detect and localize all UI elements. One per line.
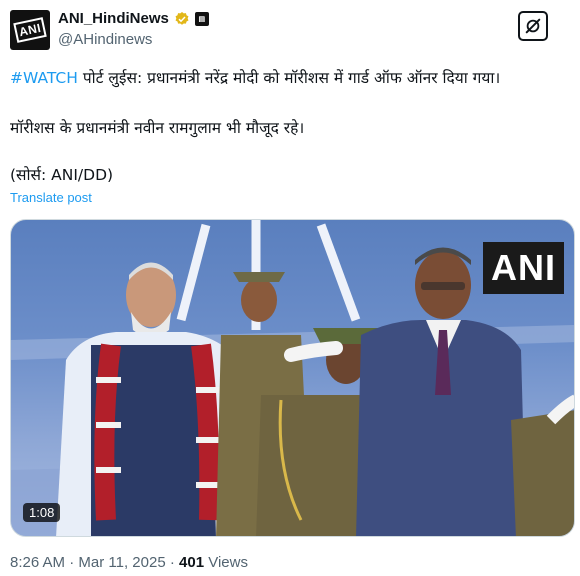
tweet-text-line-1: #WATCH पोर्ट लुईस: प्रधानमंत्री नरेंद्र … <box>10 67 572 89</box>
display-name[interactable]: ANI_HindiNews <box>58 10 169 27</box>
post-date[interactable]: Mar 11, 2025 <box>78 554 165 571</box>
avatar-logo: ANI <box>13 17 47 43</box>
translate-post-link[interactable]: Translate post <box>10 190 92 205</box>
tweet-text-rest: पोर्ट लुईस: प्रधानमंत्री नरेंद्र मोदी को… <box>77 69 501 87</box>
video-duration-badge: 1:08 <box>23 503 61 522</box>
grok-icon <box>525 18 541 34</box>
handle[interactable]: @AHindinews <box>58 31 152 48</box>
verified-badge-icon <box>175 11 189 25</box>
author-name-row: ANI_HindiNews ▤ <box>58 10 209 27</box>
avatar[interactable]: ANI <box>10 10 50 50</box>
post-metadata: 8:26 AM · Mar 11, 2025 · 401 Views <box>10 554 248 571</box>
affiliate-badge-icon: ▤ <box>194 11 209 26</box>
tweet-text-source: (सोर्स: ANI/DD) <box>10 166 114 184</box>
hashtag-link[interactable]: #WATCH <box>10 69 78 87</box>
grok-button[interactable] <box>518 11 548 41</box>
ani-watermark: ANI <box>483 242 564 294</box>
video-player[interactable]: ANI 1:08 <box>10 219 575 537</box>
views-count: 401 <box>179 554 205 571</box>
views-label: Views <box>204 554 248 571</box>
tweet-text-line-2: मॉरीशस के प्रधानमंत्री नवीन रामगुलाम भी … <box>10 119 305 137</box>
post-time[interactable]: 8:26 AM <box>10 554 65 571</box>
